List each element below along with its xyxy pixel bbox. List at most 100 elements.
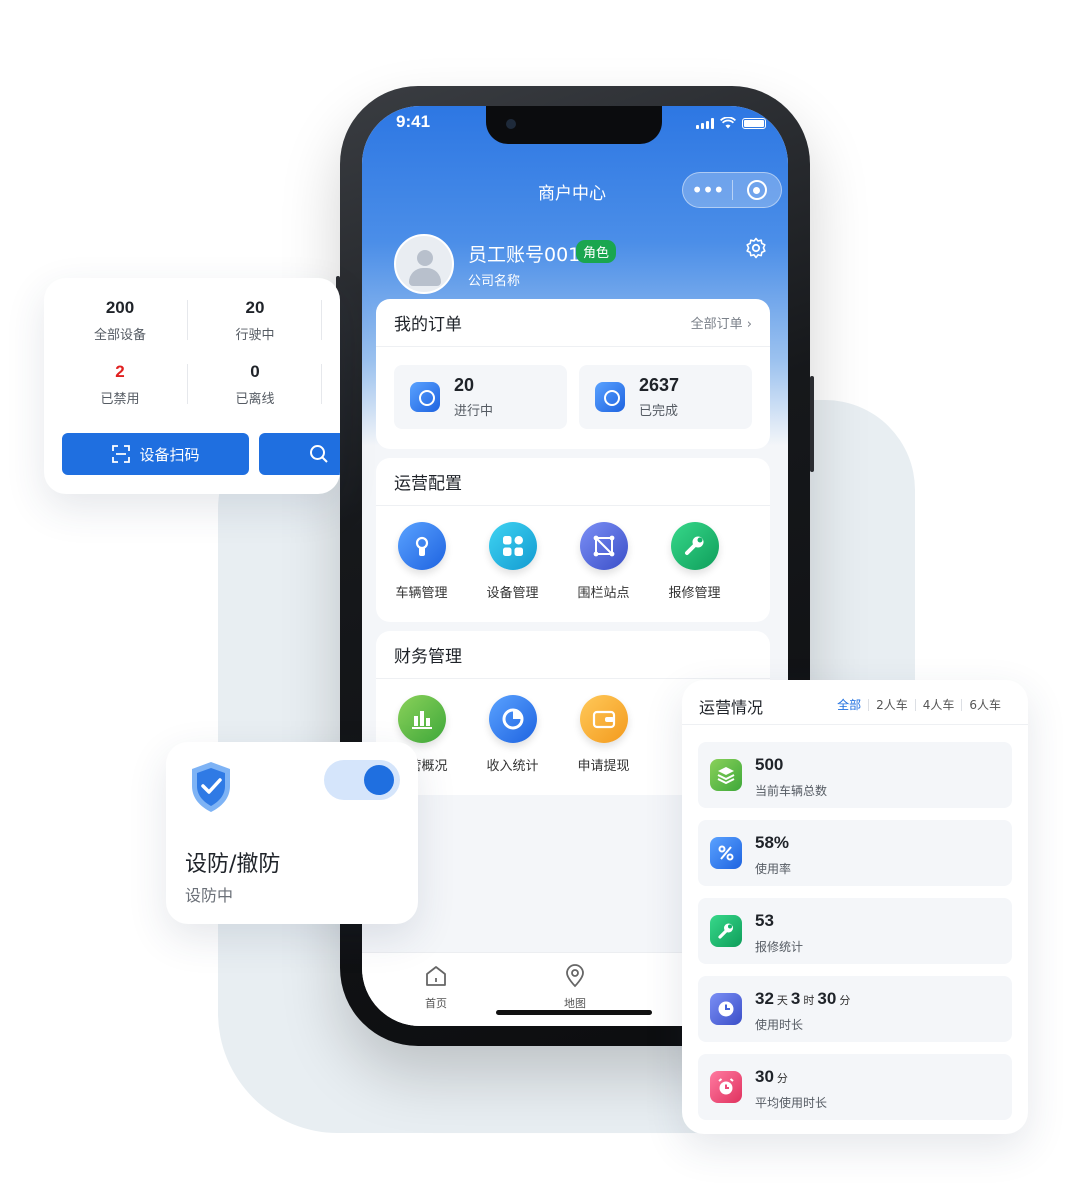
doc-stack-icon	[595, 382, 625, 412]
tab-6-seat[interactable]: 6人车	[962, 696, 1008, 713]
more-icon[interactable]: •••	[683, 180, 732, 200]
battery-icon	[742, 117, 766, 129]
grid-label: 申请提现	[577, 759, 630, 774]
all-orders-link[interactable]: 全部订单 ›	[691, 313, 752, 332]
role-badge: 角色	[576, 240, 617, 263]
grid-label: 报修管理	[668, 586, 721, 601]
ops-label: 使用率	[755, 862, 792, 876]
ops-value: 30 分	[755, 1067, 788, 1086]
ops-value: 53	[755, 911, 774, 930]
percent-icon	[710, 837, 742, 869]
ops-label: 报修统计	[755, 940, 804, 954]
ops-label: 当前车辆总数	[755, 784, 828, 798]
stat-all-devices[interactable]: 200 全部设备	[60, 298, 180, 343]
order-count: 20	[454, 375, 475, 395]
tab-label: 地图	[564, 997, 586, 1010]
order-label: 已完成	[639, 404, 679, 419]
stat-label: 行驶中	[235, 328, 275, 343]
repair-management-item[interactable]: 报修管理	[649, 522, 740, 601]
avatar[interactable]	[394, 234, 454, 294]
signal-icon	[696, 117, 714, 129]
orders-card: 我的订单 全部订单 › 20 进行中 2637 已完成	[376, 299, 770, 449]
wrench-icon	[710, 915, 742, 947]
order-in-progress[interactable]: 20 进行中	[394, 365, 567, 429]
finance-title: 财务管理	[394, 647, 462, 667]
ops-value: 500	[755, 755, 784, 774]
ops-label: 平均使用时长	[755, 1096, 828, 1110]
withdraw-item[interactable]: 申请提现	[558, 695, 649, 774]
stat-value: 0	[250, 362, 260, 381]
phone-power-button	[810, 376, 814, 472]
clock-doc-icon	[410, 382, 440, 412]
grid-label: 围栏站点	[577, 586, 630, 601]
order-label: 进行中	[454, 404, 494, 419]
arm-disarm-card: 设防/撤防 设防中	[166, 742, 418, 924]
income-stats-item[interactable]: 收入统计	[467, 695, 558, 774]
close-target-icon[interactable]	[733, 180, 781, 200]
tab-label: 首页	[425, 997, 447, 1010]
scan-device-button[interactable]: 设备扫码	[62, 433, 249, 475]
arm-toggle[interactable]	[324, 760, 400, 800]
ops-item-usage-duration[interactable]: 32 天 3 时 30 分 使用时长	[698, 976, 1012, 1042]
scan-button-label: 设备扫码	[139, 445, 200, 464]
ops-value: 58%	[755, 833, 790, 852]
wallet-icon	[579, 695, 628, 743]
tab-home[interactable]: 首页	[406, 963, 466, 1011]
grid-label: 设备管理	[486, 586, 539, 601]
divider	[682, 724, 1028, 725]
ops-item-avg-duration[interactable]: 30 分 平均使用时长	[698, 1054, 1012, 1120]
chevron-right-icon: ›	[746, 317, 752, 332]
tab-4-seat[interactable]: 4人车	[916, 696, 962, 713]
user-name: 员工账号001	[468, 244, 581, 266]
gear-icon[interactable]	[744, 236, 768, 260]
clock-icon	[710, 993, 742, 1025]
tab-all[interactable]: 全部	[830, 696, 868, 713]
stat-label: 全部设备	[93, 328, 146, 343]
divider	[321, 364, 322, 404]
stat-offline[interactable]: 0 已离线	[195, 362, 315, 407]
operations-card: 运营配置 车辆管理 设备管理 围栏站点 报修管理	[376, 458, 770, 622]
divider	[321, 300, 322, 340]
ops-value: 32 天 3 时 30 分	[755, 989, 851, 1008]
arm-title: 设防/撤防	[185, 852, 281, 877]
wifi-icon	[720, 117, 736, 129]
ops-item-repairs[interactable]: 53 报修统计	[698, 898, 1012, 964]
order-count: 2637	[639, 375, 680, 395]
device-stats-card: 200 全部设备 20 行驶中 2 已禁用 0 已离线 设备扫码	[44, 278, 340, 494]
stat-value: 200	[105, 298, 135, 317]
ops-label: 使用时长	[755, 1018, 804, 1032]
stat-driving[interactable]: 20 行驶中	[195, 298, 315, 343]
vehicle-management-item[interactable]: 车辆管理	[376, 522, 467, 601]
grid-label: 车辆管理	[395, 586, 448, 601]
order-completed[interactable]: 2637 已完成	[579, 365, 752, 429]
device-management-item[interactable]: 设备管理	[467, 522, 558, 601]
orders-title: 我的订单	[394, 315, 462, 335]
tab-2-seat[interactable]: 2人车	[869, 696, 915, 713]
arm-status: 设防中	[185, 886, 234, 905]
home-indicator	[496, 1010, 652, 1015]
device-grid-icon	[488, 522, 537, 570]
miniprogram-capsule: •••	[682, 172, 782, 208]
home-icon	[426, 966, 446, 986]
scan-icon	[112, 445, 131, 463]
tab-map[interactable]: 地图	[545, 963, 605, 1011]
company-name: 公司名称	[468, 274, 521, 289]
operations-status-card: 运营情况 全部 2人车 4人车 6人车 500 当前车辆总数 58% 使用率 5…	[682, 680, 1028, 1134]
bar-chart-icon	[397, 695, 446, 743]
status-time: 9:41	[396, 112, 431, 131]
map-pin-icon	[566, 964, 584, 988]
shield-check-icon	[192, 762, 230, 812]
ops-tabs: 全部 2人车 4人车 6人车	[830, 696, 1008, 713]
alarm-clock-icon	[710, 1071, 742, 1103]
fence-station-item[interactable]: 围栏站点	[558, 522, 649, 601]
ops-item-total-vehicles[interactable]: 500 当前车辆总数	[698, 742, 1012, 808]
stat-disabled[interactable]: 2 已禁用	[60, 362, 180, 407]
pie-icon	[488, 695, 537, 743]
status-icons	[696, 117, 766, 129]
ops-item-usage-rate[interactable]: 58% 使用率	[698, 820, 1012, 886]
stat-label: 已禁用	[100, 392, 140, 407]
stat-value: 20	[245, 298, 265, 317]
stat-label: 已离线	[235, 392, 275, 407]
search-button[interactable]	[259, 433, 340, 475]
divider	[187, 300, 188, 340]
